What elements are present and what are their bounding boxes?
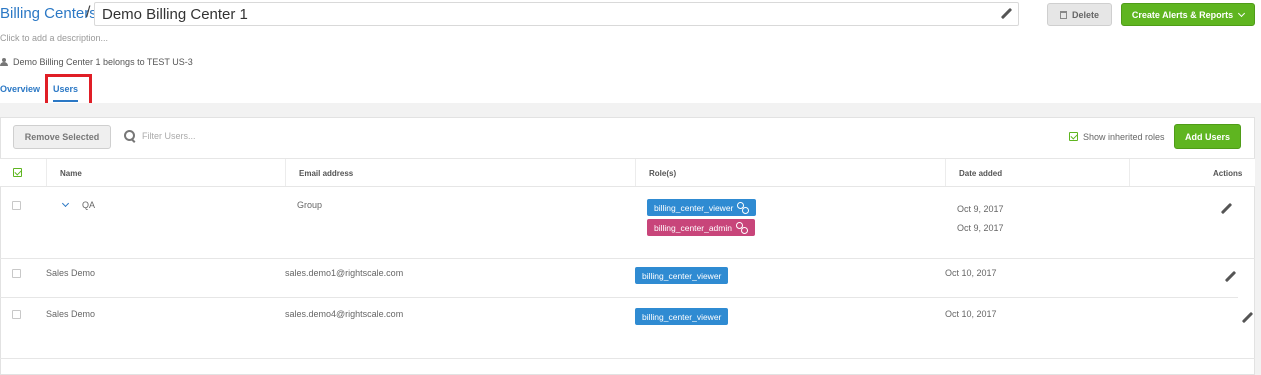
table-header xyxy=(0,158,1255,187)
row-email: sales.demo1@rightscale.com xyxy=(285,268,404,278)
column-header-email[interactable]: Email address xyxy=(299,169,353,178)
row-name: QA xyxy=(82,200,96,210)
breadcrumb-separator: / xyxy=(86,4,91,21)
breadcrumb-billing-centers-link[interactable]: Billing Centers xyxy=(0,5,97,22)
column-header-name[interactable]: Name xyxy=(60,169,82,178)
role-badge-viewer[interactable]: billing_center_viewer xyxy=(647,199,757,216)
select-all-checkbox[interactable] xyxy=(13,168,22,177)
row-name: Sales Demo xyxy=(46,268,96,278)
column-divider xyxy=(46,159,47,186)
role-badge-viewer[interactable]: billing_center_viewer xyxy=(635,308,729,325)
role-badge-label: billing_center_viewer xyxy=(642,311,722,322)
column-header-actions: Actions xyxy=(1213,169,1243,178)
add-users-label: Add Users xyxy=(1184,131,1230,142)
trash-icon xyxy=(1059,10,1067,19)
row-checkbox[interactable] xyxy=(12,269,21,278)
billing-center-name-field[interactable]: Demo Billing Center 1 xyxy=(94,2,1019,26)
role-badge-viewer[interactable]: billing_center_viewer xyxy=(635,267,729,284)
show-inherited-roles-checkbox[interactable] xyxy=(1069,132,1078,141)
edit-user-pencil-icon[interactable] xyxy=(1220,203,1232,215)
ownership-text: Demo Billing Center 1 belongs to TEST US… xyxy=(13,57,193,67)
edit-name-pencil-icon[interactable] xyxy=(1000,8,1012,20)
column-divider xyxy=(635,159,636,186)
filter-users-input[interactable] xyxy=(140,128,440,144)
row-date: Oct 10, 2017 xyxy=(945,268,997,278)
edit-user-pencil-icon[interactable] xyxy=(1224,271,1236,283)
edit-user-pencil-icon[interactable] xyxy=(1241,312,1253,324)
column-header-roles[interactable]: Role(s) xyxy=(649,169,676,178)
users-panel xyxy=(0,117,1255,375)
row-divider xyxy=(0,297,1238,298)
search-icon xyxy=(124,130,135,141)
row-divider xyxy=(0,358,1255,359)
row-date: Oct 10, 2017 xyxy=(945,309,997,319)
tab-overview[interactable]: Overview xyxy=(0,84,40,94)
row-date: Oct 9, 2017 xyxy=(957,204,1004,214)
add-users-button[interactable]: Add Users xyxy=(1174,124,1241,149)
remove-selected-label: Remove Selected xyxy=(24,132,100,142)
role-badge-admin[interactable]: billing_center_admin xyxy=(647,219,755,236)
row-email: sales.demo4@rightscale.com xyxy=(285,309,404,319)
delete-button[interactable]: Delete xyxy=(1047,3,1112,26)
column-divider xyxy=(945,159,946,186)
column-divider xyxy=(1129,159,1130,186)
remove-selected-button[interactable]: Remove Selected xyxy=(13,125,111,149)
row-divider xyxy=(0,258,1255,259)
show-inherited-roles-label: Show inherited roles xyxy=(1083,132,1165,142)
create-alerts-reports-button[interactable]: Create Alerts & Reports xyxy=(1121,3,1255,26)
group-icon xyxy=(0,58,9,66)
chevron-down-icon xyxy=(1238,9,1246,17)
description-field[interactable]: Click to add a description... xyxy=(0,33,108,43)
row-name: Sales Demo xyxy=(46,309,96,319)
role-link-icon xyxy=(735,221,748,234)
row-email: Group xyxy=(297,200,323,210)
delete-button-label: Delete xyxy=(1071,9,1099,20)
column-header-date-added[interactable]: Date added xyxy=(959,169,1002,178)
role-link-icon xyxy=(737,201,750,214)
row-date: Oct 9, 2017 xyxy=(957,223,1004,233)
create-alerts-reports-label: Create Alerts & Reports xyxy=(1131,9,1234,20)
role-badge-label: billing_center_viewer xyxy=(654,202,734,213)
role-badge-label: billing_center_admin xyxy=(654,222,732,233)
column-divider xyxy=(285,159,286,186)
row-checkbox[interactable] xyxy=(12,310,21,319)
billing-center-name-value: Demo Billing Center 1 xyxy=(102,6,248,23)
role-badge-label: billing_center_viewer xyxy=(642,270,722,281)
row-checkbox[interactable] xyxy=(12,201,21,210)
ownership-info: Demo Billing Center 1 belongs to TEST US… xyxy=(0,57,193,67)
